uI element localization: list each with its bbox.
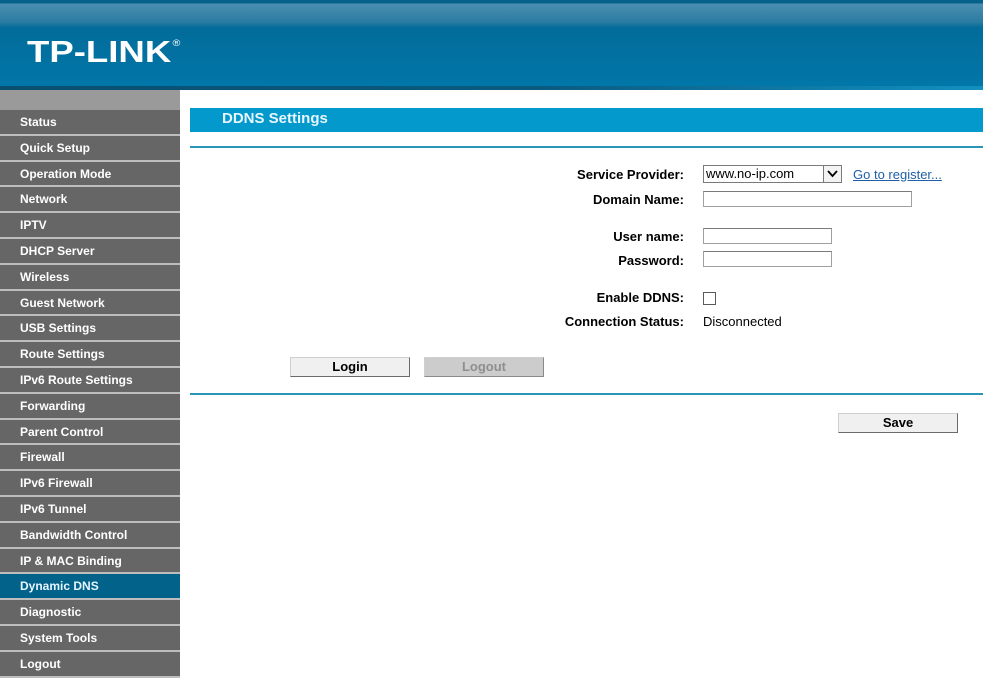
go-to-register-link[interactable]: Go to register...: [853, 167, 942, 182]
sidebar-item-wireless[interactable]: Wireless: [0, 264, 180, 291]
sidebar-item-usb-settings[interactable]: USB Settings: [0, 316, 180, 343]
domain-name-label: Domain Name:: [592, 192, 684, 207]
sidebar-item-ip-and-mac-binding[interactable]: IP & MAC Binding: [0, 548, 180, 575]
top-divider: [190, 146, 983, 148]
brand-text: TP-LINK: [27, 34, 172, 69]
sidebar-top-spacer: [0, 90, 180, 110]
login-button[interactable]: Login: [290, 357, 410, 377]
sidebar-item-forwarding[interactable]: Forwarding: [0, 393, 180, 420]
sidebar-item-firewall[interactable]: Firewall: [0, 445, 180, 472]
username-label: User name:: [613, 229, 684, 244]
logout-button[interactable]: Logout: [424, 357, 544, 377]
save-button[interactable]: Save: [838, 413, 958, 433]
service-provider-value: www.no-ip.com: [706, 166, 795, 181]
service-provider-label: Service Provider:: [577, 167, 684, 182]
registered-mark: ®: [172, 38, 181, 48]
sidebar-item-parent-control[interactable]: Parent Control: [0, 419, 180, 446]
enable-ddns-label: Enable DDNS:: [596, 290, 684, 305]
sidebar-item-guest-network[interactable]: Guest Network: [0, 290, 180, 317]
connection-status-value: Disconnected: [703, 314, 782, 329]
sidebar-item-route-settings[interactable]: Route Settings: [0, 342, 180, 368]
header-banner: TP-LINK®: [0, 0, 983, 90]
sidebar-item-dhcp-server[interactable]: DHCP Server: [0, 238, 180, 265]
tp-link-logo: TP-LINK®: [27, 34, 181, 70]
sidebar-item-operation-mode[interactable]: Operation Mode: [0, 161, 180, 188]
enable-ddns-checkbox[interactable]: [703, 292, 716, 305]
page-title: DDNS Settings: [190, 108, 983, 132]
username-input[interactable]: [703, 228, 832, 244]
sidebar-item-diagnostic[interactable]: Diagnostic: [0, 600, 180, 626]
sidebar-item-network[interactable]: Network: [0, 187, 180, 214]
sidebar-item-ipv6-route-settings[interactable]: IPv6 Route Settings: [0, 367, 180, 394]
service-provider-select[interactable]: www.no-ip.com: [703, 165, 842, 183]
chevron-down-icon[interactable]: [823, 166, 841, 182]
sidebar-menu: Status Quick Setup Operation Mode Network IP…: [0, 90, 180, 678]
sidebar-item-system-tools[interactable]: System Tools: [0, 625, 180, 652]
sidebar-item-dynamic-dns[interactable]: Dynamic DNS: [0, 574, 180, 601]
sidebar-item-ipv6-firewall[interactable]: IPv6 Firewall: [0, 471, 180, 497]
sidebar-item-logout[interactable]: Logout: [0, 651, 180, 678]
sidebar-item-bandwidth-control[interactable]: Bandwidth Control: [0, 522, 180, 549]
password-label: Password:: [618, 253, 684, 268]
bottom-divider: [190, 393, 983, 395]
sidebar-item-iptv[interactable]: IPTV: [0, 213, 180, 239]
sidebar-item-status[interactable]: Status: [0, 110, 180, 136]
sidebar-item-ipv6-tunnel[interactable]: IPv6 Tunnel: [0, 496, 180, 523]
password-input[interactable]: [703, 251, 832, 267]
domain-name-input[interactable]: [703, 191, 912, 207]
connection-status-label: Connection Status:: [564, 314, 684, 329]
sidebar-item-quick-setup[interactable]: Quick Setup: [0, 135, 180, 162]
